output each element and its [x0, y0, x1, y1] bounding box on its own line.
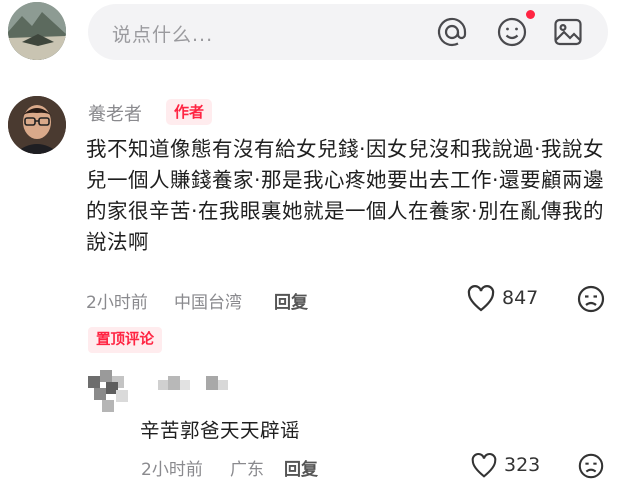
- comment-location: 中国台湾: [174, 293, 242, 313]
- at-icon[interactable]: [436, 16, 468, 48]
- reply-like-count: 323: [504, 454, 541, 476]
- dislike-face-icon[interactable]: [577, 452, 605, 480]
- reply-location: 广东: [230, 460, 264, 480]
- heart-icon[interactable]: [470, 452, 498, 480]
- author-avatar[interactable]: [8, 96, 66, 154]
- reply-time: 2小时前: [141, 460, 203, 480]
- author-badge: 作者: [166, 99, 213, 125]
- reply-avatar[interactable]: [88, 368, 132, 414]
- reply-text: 辛苦郭爸天天辟谣: [140, 419, 301, 442]
- comment-text: 我不知道像態有沒有給女兒錢·因女兒沒和我說過·我說女兒一個人賺錢養家·那是我心疼…: [86, 137, 605, 254]
- reply-username-mosaic[interactable]: [158, 374, 230, 394]
- comment-time: 2小时前: [86, 293, 148, 313]
- comment-input-placeholder: 说点什么...: [112, 24, 214, 46]
- reply-button[interactable]: 回复: [274, 288, 308, 313]
- pinned-comment-badge: 置顶评论: [88, 327, 162, 353]
- notification-dot: [526, 10, 535, 19]
- current-user-avatar[interactable]: [8, 2, 66, 60]
- image-icon[interactable]: [552, 16, 584, 48]
- dislike-face-icon[interactable]: [576, 284, 606, 314]
- comment-input[interactable]: 说点什么...: [88, 4, 608, 60]
- comment-username[interactable]: 養老者: [88, 100, 142, 126]
- emoji-icon[interactable]: [496, 16, 528, 48]
- reply-reply-button[interactable]: 回复: [284, 455, 318, 480]
- like-count: 847: [502, 287, 539, 309]
- heart-icon[interactable]: [466, 284, 496, 314]
